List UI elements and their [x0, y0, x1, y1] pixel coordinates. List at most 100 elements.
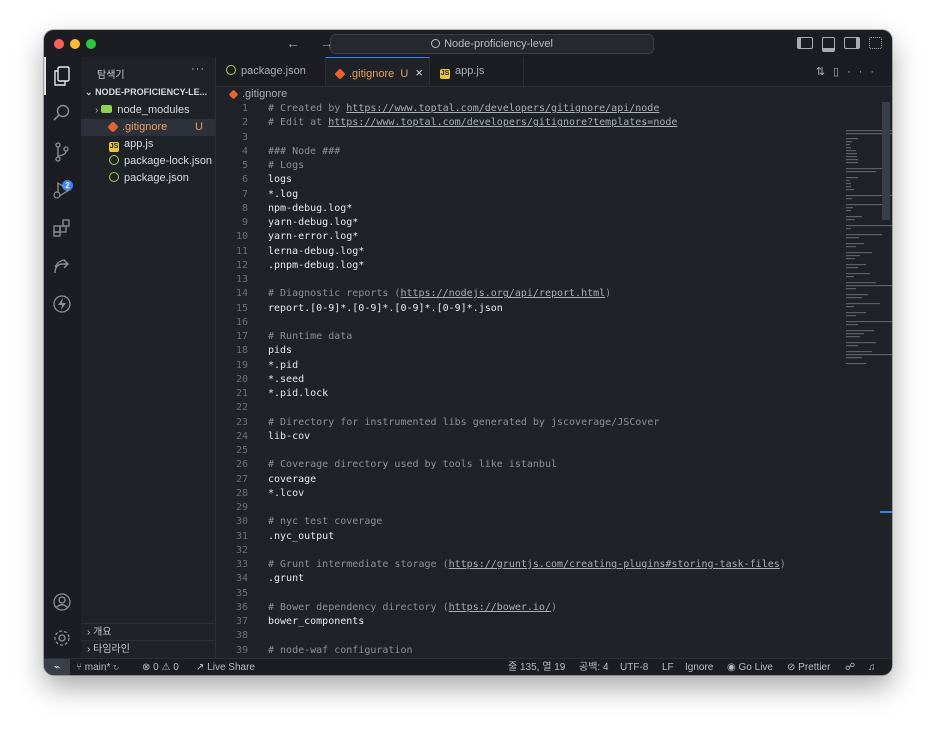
- error-icon: ⊗: [142, 662, 151, 673]
- zoom-window-button[interactable]: [86, 39, 96, 49]
- code-line[interactable]: 25: [216, 444, 876, 458]
- sync-icon[interactable]: ↻: [113, 662, 119, 673]
- code-line[interactable]: 30 # nyc test coverage: [216, 515, 876, 529]
- source-control-icon[interactable]: [52, 142, 72, 162]
- go-live-button[interactable]: ◉ Go Live: [727, 659, 773, 675]
- split-editor-icon[interactable]: ▯: [833, 66, 847, 78]
- code-line[interactable]: 27 coverage: [216, 473, 876, 487]
- code-line[interactable]: 16: [216, 316, 876, 330]
- code-line[interactable]: 10 yarn-error.log*: [216, 230, 876, 244]
- breadcrumb-file: .gitignore: [242, 88, 288, 100]
- code-line[interactable]: 14 # Diagnostic reports (https://nodejs.o…: [216, 287, 876, 301]
- code-line[interactable]: 19 *.pid: [216, 359, 876, 373]
- tab-app-js[interactable]: JS app.js: [430, 57, 524, 86]
- code-line[interactable]: 13: [216, 273, 876, 287]
- live-share-label: Live Share: [207, 662, 255, 673]
- tree-item-app-js[interactable]: JS app.js: [81, 136, 215, 153]
- code-line[interactable]: 29: [216, 501, 876, 515]
- code-line[interactable]: 2 # Edit at https://www.toptal.com/develo…: [216, 116, 876, 130]
- cursor-position[interactable]: 줄 135, 열 19: [508, 659, 565, 675]
- more-actions-icon[interactable]: ···: [847, 66, 882, 78]
- code-line[interactable]: 32: [216, 544, 876, 558]
- thunder-client-icon[interactable]: [52, 294, 72, 314]
- remote-indicator-icon[interactable]: ⌁: [44, 659, 70, 675]
- line-text: pids: [268, 345, 293, 357]
- explorer-more-button[interactable]: ···: [191, 63, 205, 75]
- project-folder-header[interactable]: ⌄ NODE-PROFICIENCY-LE...: [85, 87, 207, 98]
- code-editor[interactable]: 1 # Created by https://www.toptal.com/dev…: [216, 100, 880, 657]
- live-share-status[interactable]: ↗ Live Share: [196, 659, 255, 675]
- toggle-sidebar-icon[interactable]: [797, 37, 813, 49]
- url-link[interactable]: https://gruntjs.com/creating-plugins#sto…: [449, 559, 780, 570]
- code-line[interactable]: 8 npm-debug.log*: [216, 202, 876, 216]
- breadcrumb[interactable]: .gitignore: [228, 88, 288, 100]
- branch-status[interactable]: ⑂ main* ↻: [76, 659, 119, 675]
- code-line[interactable]: 33 # Grunt intermediate storage (https://…: [216, 558, 876, 572]
- minimize-window-button[interactable]: [70, 39, 80, 49]
- language-mode[interactable]: Ignore: [685, 659, 713, 675]
- tree-item-node-modules[interactable]: › node_modules: [81, 102, 215, 119]
- code-line[interactable]: 3: [216, 131, 876, 145]
- code-line[interactable]: 38: [216, 629, 876, 643]
- code-line[interactable]: 35: [216, 587, 876, 601]
- tab-gitignore[interactable]: .gitignore U ×: [326, 57, 430, 86]
- code-line[interactable]: 31 .nyc_output: [216, 530, 876, 544]
- code-line[interactable]: 18 pids: [216, 344, 876, 358]
- run-debug-icon[interactable]: [52, 180, 72, 200]
- code-line[interactable]: 23 # Directory for instrumented libs gene…: [216, 416, 876, 430]
- code-line[interactable]: 21 *.pid.lock: [216, 387, 876, 401]
- search-view-icon[interactable]: [52, 104, 72, 124]
- code-line[interactable]: 4 ### Node ###: [216, 145, 876, 159]
- url-link[interactable]: https://www.toptal.com/developers/gitign…: [346, 103, 659, 114]
- tab-package-json[interactable]: package.json: [216, 57, 326, 86]
- prettier-status[interactable]: ⊘ Prettier: [787, 659, 830, 675]
- encoding-status[interactable]: UTF-8: [620, 659, 648, 675]
- tree-item-gitignore[interactable]: .gitignore U: [81, 119, 215, 136]
- manage-gear-icon[interactable]: [52, 628, 72, 648]
- toggle-panel-icon[interactable]: [822, 37, 835, 52]
- customize-layout-icon[interactable]: [869, 37, 882, 49]
- code-line[interactable]: 28 *.lcov: [216, 487, 876, 501]
- code-line[interactable]: 9 yarn-debug.log*: [216, 216, 876, 230]
- outline-section[interactable]: › 개요: [81, 623, 215, 641]
- account-icon[interactable]: [52, 592, 72, 612]
- code-line[interactable]: 20 *.seed: [216, 373, 876, 387]
- code-line[interactable]: 7 *.log: [216, 188, 876, 202]
- url-link[interactable]: https://www.toptal.com/developers/gitign…: [328, 117, 677, 128]
- code-line[interactable]: 34 .grunt: [216, 572, 876, 586]
- code-line[interactable]: 12 .pnpm-debug.log*: [216, 259, 876, 273]
- extensions-icon[interactable]: [52, 218, 72, 238]
- code-line[interactable]: 37 bower_components: [216, 615, 876, 629]
- compare-changes-icon[interactable]: ⇅: [816, 66, 833, 78]
- feedback-icon[interactable]: ☍: [845, 659, 855, 675]
- code-line[interactable]: 22: [216, 401, 876, 415]
- code-line[interactable]: 17 # Runtime data: [216, 330, 876, 344]
- code-line[interactable]: 39 # node-waf configuration: [216, 644, 876, 658]
- code-line[interactable]: 11 lerna-debug.log*: [216, 245, 876, 259]
- explorer-sidebar: 탐색기 ··· ⌄ NODE-PROFICIENCY-LE... › node_…: [81, 57, 216, 658]
- close-tab-icon[interactable]: ×: [415, 65, 423, 80]
- indentation-status[interactable]: 공백: 4: [579, 659, 609, 675]
- remote-explorer-icon[interactable]: [52, 256, 72, 276]
- code-line[interactable]: 1 # Created by https://www.toptal.com/dev…: [216, 102, 876, 116]
- code-line[interactable]: 24 lib-cov: [216, 430, 876, 444]
- tree-item-package-json[interactable]: package.json: [81, 170, 215, 187]
- eol-status[interactable]: LF: [662, 659, 674, 675]
- toggle-secondary-sidebar-icon[interactable]: [844, 37, 860, 49]
- code-line[interactable]: 6 logs: [216, 173, 876, 187]
- close-window-button[interactable]: [54, 39, 64, 49]
- line-number: 8: [241, 202, 248, 214]
- timeline-section[interactable]: › 타임라인: [81, 640, 215, 658]
- url-link[interactable]: https://nodejs.org/api/report.html: [400, 288, 605, 299]
- explorer-icon[interactable]: [52, 66, 72, 86]
- code-line[interactable]: 26 # Coverage directory used by tools lik…: [216, 458, 876, 472]
- command-center-search[interactable]: Node-proficiency-level: [330, 34, 654, 54]
- editor-scrollbar-thumb[interactable]: [882, 102, 890, 220]
- notifications-bell-icon[interactable]: ♫: [868, 659, 876, 675]
- code-line[interactable]: 15 report.[0-9]*.[0-9]*.[0-9]*.[0-9]*.jso…: [216, 302, 876, 316]
- tree-item-package-lock[interactable]: package-lock.json: [81, 153, 215, 170]
- url-link[interactable]: https://bower.io/: [449, 602, 551, 613]
- problems-status[interactable]: ⊗ 0 ⚠ 0: [142, 659, 179, 675]
- code-line[interactable]: 5 # Logs: [216, 159, 876, 173]
- code-line[interactable]: 36 # Bower dependency directory (https://…: [216, 601, 876, 615]
